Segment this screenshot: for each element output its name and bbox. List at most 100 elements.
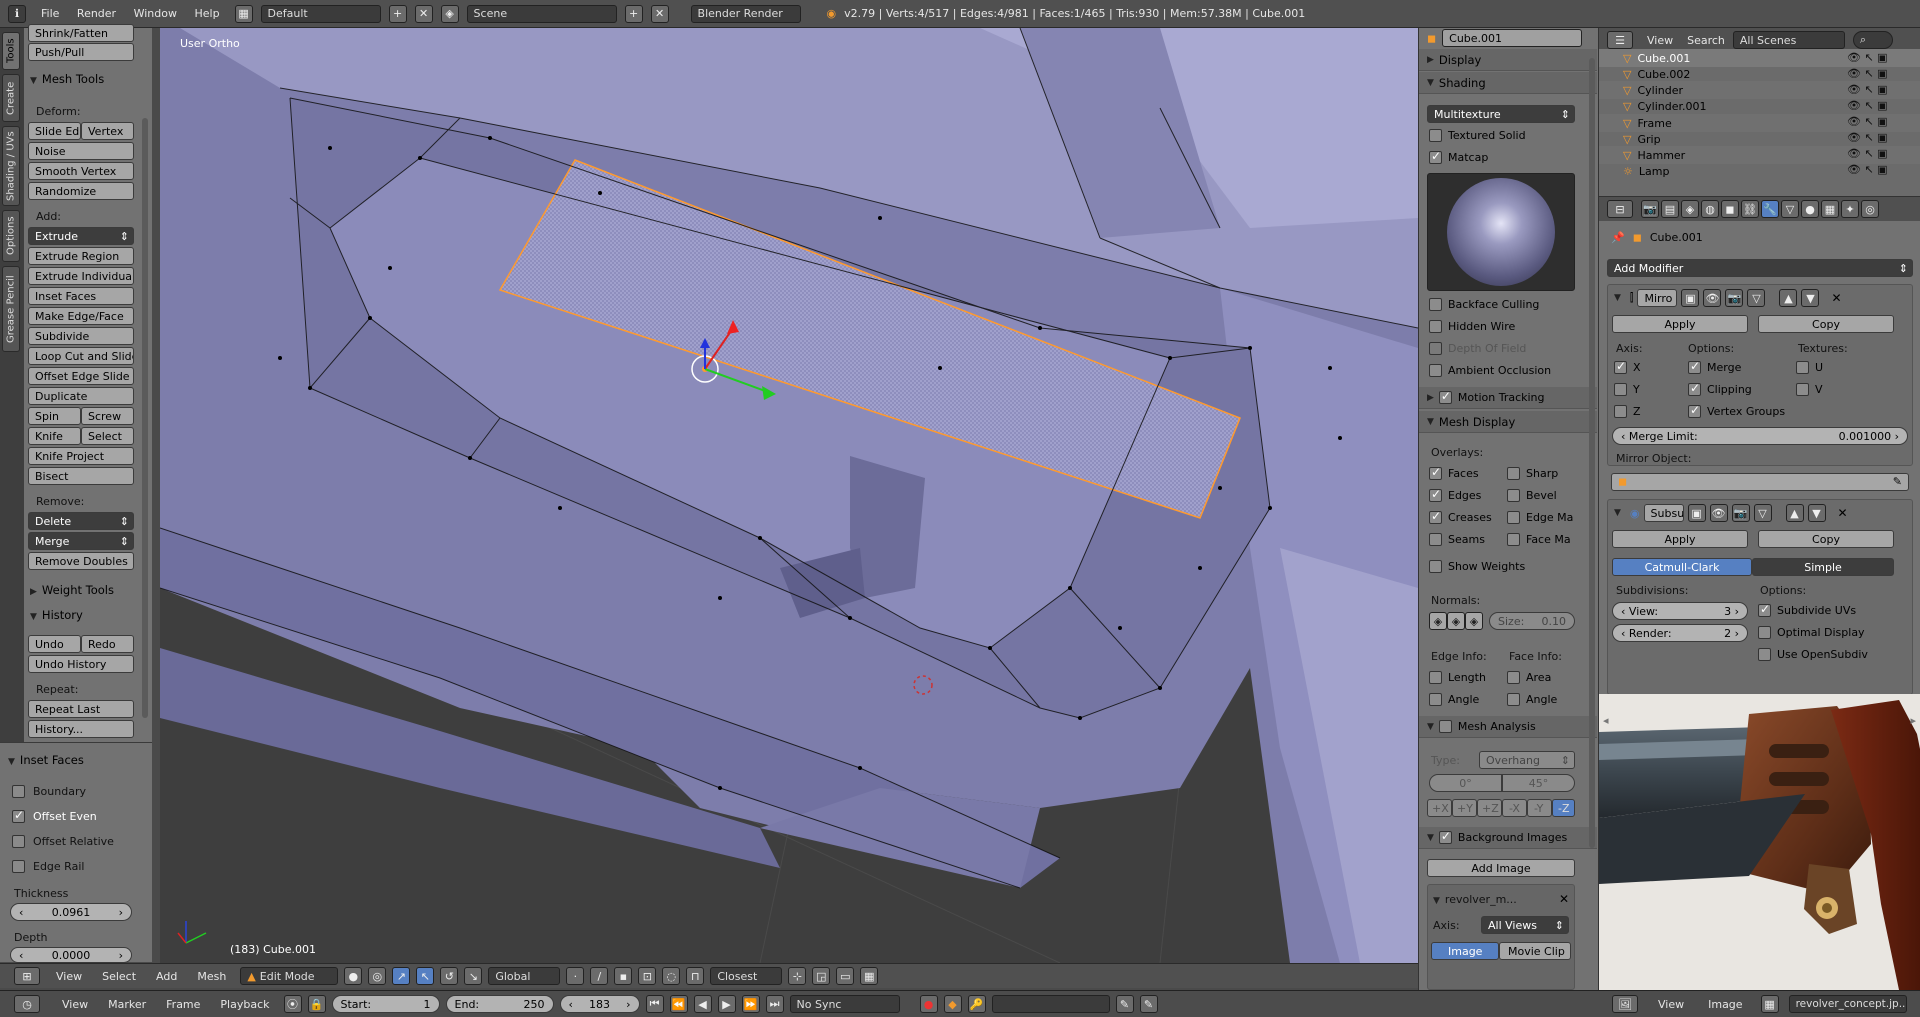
tab-create[interactable]: Create bbox=[2, 74, 20, 122]
image-menu-image[interactable]: Image bbox=[1708, 998, 1742, 1011]
jump-key-back-icon[interactable]: ⏪ bbox=[669, 995, 688, 1013]
vertex-slide-button[interactable]: Vertex bbox=[81, 122, 134, 140]
data-tab-icon[interactable]: ▽ bbox=[1781, 200, 1799, 218]
translate-icon[interactable]: ↖ bbox=[416, 967, 435, 985]
bg-source-image-tab[interactable]: Image bbox=[1431, 942, 1499, 960]
axis-minus-z-button[interactable]: -Z bbox=[1552, 799, 1575, 817]
outliner-menu-view[interactable]: View bbox=[1647, 34, 1673, 47]
simple-tab[interactable]: Simple bbox=[1752, 558, 1894, 576]
push-pull-button[interactable]: Push/Pull bbox=[28, 43, 134, 61]
bg-image-name[interactable]: ▼ revolver_m... bbox=[1433, 893, 1517, 906]
menu-mesh[interactable]: Mesh bbox=[197, 970, 226, 983]
overlay-edge-marks-checkbox[interactable]: Edge Ma bbox=[1507, 511, 1573, 524]
move-down-icon[interactable]: ▼ bbox=[1801, 289, 1820, 307]
subsurf-name-field[interactable]: Subsu bbox=[1643, 504, 1684, 522]
subdivide-uvs-checkbox[interactable]: Subdivide UVs bbox=[1758, 602, 1856, 617]
scene-icon[interactable]: ◈ bbox=[440, 4, 459, 23]
physics-tab-icon[interactable]: ◎ bbox=[1861, 200, 1879, 218]
subsurf-render-levels-field[interactable]: ‹ Render: 2 › bbox=[1612, 624, 1748, 642]
timeline-editor-icon[interactable]: ◷ bbox=[14, 995, 40, 1013]
image-scroll-left-icon[interactable]: ◂ bbox=[1603, 714, 1609, 727]
offset-edge-slide-button[interactable]: Offset Edge Slide bbox=[28, 367, 134, 385]
properties-editor-icon[interactable]: ⊟ bbox=[1607, 200, 1633, 218]
image-scroll-right-icon[interactable]: ▸ bbox=[1910, 714, 1916, 727]
knife-project-button[interactable]: Knife Project bbox=[28, 447, 134, 465]
screw-button[interactable]: Screw bbox=[81, 407, 134, 425]
info-editor-icon[interactable]: ℹ bbox=[8, 4, 26, 23]
menu-window[interactable]: Window bbox=[134, 7, 177, 20]
world-tab-icon[interactable]: ◍ bbox=[1701, 200, 1719, 218]
bg-axis-dropdown[interactable]: All Views ⇕ bbox=[1481, 916, 1569, 934]
editmode-toggle-icon[interactable]: ▣ bbox=[1687, 504, 1706, 522]
realtime-toggle-icon[interactable]: 👁 bbox=[1703, 289, 1722, 307]
image-name-field[interactable]: revolver_concept.jp... bbox=[1788, 995, 1907, 1013]
face-angle-checkbox[interactable]: Angle bbox=[1507, 693, 1557, 706]
overlay-bevel-checkbox[interactable]: Bevel bbox=[1507, 489, 1557, 502]
image-editor-type-icon[interactable]: 🖼 bbox=[1612, 995, 1638, 1013]
menu-select[interactable]: Select bbox=[102, 970, 136, 983]
render-toggle-icon[interactable]: 📷 bbox=[1731, 504, 1750, 522]
remove-scene-icon[interactable]: ✕ bbox=[650, 4, 669, 23]
mirror-vertex-groups-checkbox[interactable]: Vertex Groups bbox=[1688, 403, 1785, 418]
move-down-icon[interactable]: ▼ bbox=[1807, 504, 1826, 522]
bg-source-movieclip-tab[interactable]: Movie Clip bbox=[1499, 942, 1571, 960]
realtime-toggle-icon[interactable]: 👁 bbox=[1709, 504, 1728, 522]
remove-modifier-icon[interactable]: ✕ bbox=[1838, 506, 1848, 520]
timeline-menu-marker[interactable]: Marker bbox=[108, 998, 146, 1011]
analysis-type-dropdown[interactable]: Overhang ⇕ bbox=[1479, 751, 1575, 769]
shading-panel-header[interactable]: ▼ Shading bbox=[1419, 72, 1597, 94]
tab-shading-uvs[interactable]: Shading / UVs bbox=[2, 126, 20, 206]
modifiers-tab-icon[interactable]: 🔧 bbox=[1761, 200, 1779, 218]
keying-set-add-icon[interactable]: ✎ bbox=[1115, 995, 1134, 1013]
matcap-checkbox[interactable]: Matcap bbox=[1429, 149, 1488, 164]
subsurf-apply-button[interactable]: Apply bbox=[1612, 530, 1748, 548]
subsurf-copy-button[interactable]: Copy bbox=[1758, 530, 1894, 548]
knife-button[interactable]: Knife bbox=[28, 427, 81, 445]
matcap-preview[interactable] bbox=[1427, 173, 1575, 291]
insert-keyframe-icon[interactable]: 🔑 bbox=[967, 995, 986, 1013]
remove-modifier-icon[interactable]: ✕ bbox=[1831, 291, 1841, 305]
slide-edge-button[interactable]: Slide Ed bbox=[28, 122, 81, 140]
use-preview-range-icon[interactable]: ⦿ bbox=[283, 995, 302, 1013]
object-tab-icon[interactable]: ◼ bbox=[1721, 200, 1739, 218]
add-image-button[interactable]: Add Image bbox=[1427, 859, 1575, 877]
mirror-axis-x-checkbox[interactable]: X bbox=[1614, 359, 1641, 374]
inset-faces-button[interactable]: Inset Faces bbox=[28, 287, 134, 305]
edge-rail-checkbox[interactable] bbox=[12, 860, 25, 873]
redo-button[interactable]: Redo bbox=[81, 635, 134, 653]
normals-loop-icon[interactable]: ◈ bbox=[1447, 612, 1465, 630]
limit-to-visible-icon[interactable]: ⊡ bbox=[638, 967, 657, 985]
outliner-menu-search[interactable]: Search bbox=[1687, 34, 1725, 47]
mirror-texture-v-checkbox[interactable]: V bbox=[1796, 383, 1823, 396]
mirror-axis-z-checkbox[interactable]: Z bbox=[1614, 405, 1641, 418]
mirror-merge-checkbox[interactable]: Merge bbox=[1688, 359, 1741, 374]
viewport-shading-icon[interactable]: ● bbox=[344, 967, 363, 985]
object-name-field[interactable]: Cube.001 bbox=[1442, 29, 1583, 47]
tab-grease-pencil[interactable]: Grease Pencil bbox=[2, 266, 20, 352]
extrude-region-button[interactable]: Extrude Region bbox=[28, 247, 134, 265]
jump-end-icon[interactable]: ⏭ bbox=[765, 995, 784, 1013]
remove-doubles-button[interactable]: Remove Doubles bbox=[28, 552, 134, 570]
spin-button[interactable]: Spin bbox=[28, 407, 81, 425]
browse-image-icon[interactable]: ▦ bbox=[1760, 995, 1779, 1013]
normals-vertex-icon[interactable]: ◈ bbox=[1429, 612, 1447, 630]
bisect-button[interactable]: Bisect bbox=[28, 467, 134, 485]
render-layers-tab-icon[interactable]: ▤ bbox=[1661, 200, 1679, 218]
snap-target-dropdown[interactable]: Closest bbox=[710, 967, 783, 985]
texture-tab-icon[interactable]: ▦ bbox=[1821, 200, 1839, 218]
overlay-seams-checkbox[interactable]: Seams bbox=[1429, 533, 1485, 546]
opengl-anim-icon[interactable]: ▭ bbox=[836, 967, 855, 985]
extrude-individual-button[interactable]: Extrude Individual bbox=[28, 267, 134, 285]
offset-even-checkbox[interactable] bbox=[12, 808, 25, 823]
particles-tab-icon[interactable]: ✦ bbox=[1841, 200, 1859, 218]
weight-tools-header[interactable]: ▶ Weight Tools bbox=[30, 583, 114, 597]
add-scene-icon[interactable]: + bbox=[624, 4, 643, 23]
face-area-checkbox[interactable]: Area bbox=[1507, 671, 1551, 684]
edge-length-checkbox[interactable]: Length bbox=[1429, 671, 1486, 684]
3d-viewport[interactable]: User Ortho (183) Cube.001 bbox=[160, 28, 1418, 963]
depth-field[interactable]: ‹ 0.0000 › bbox=[10, 947, 132, 963]
mirror-apply-button[interactable]: Apply bbox=[1612, 315, 1748, 333]
menu-file[interactable]: File bbox=[41, 7, 59, 20]
catmull-clark-tab[interactable]: Catmull-Clark bbox=[1612, 558, 1752, 576]
overlay-faces-checkbox[interactable]: Faces bbox=[1429, 465, 1479, 480]
